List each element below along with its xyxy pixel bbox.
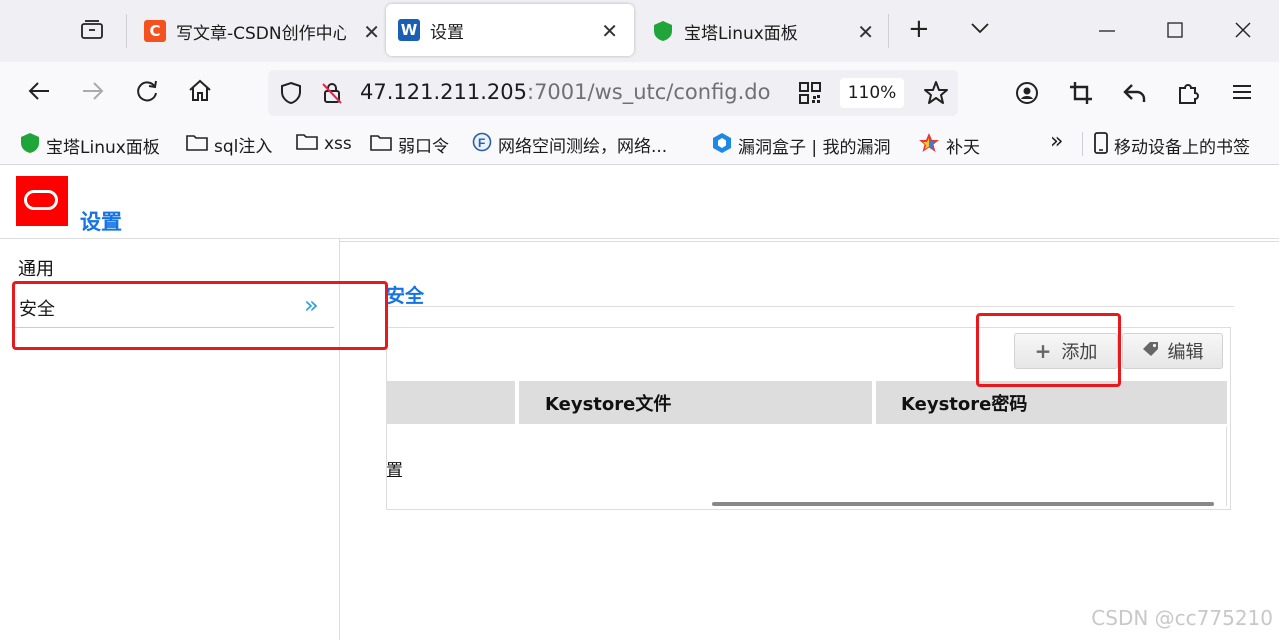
maximize-icon[interactable] xyxy=(1166,20,1184,45)
sidebar-item-general[interactable]: 通用 xyxy=(18,255,54,281)
back-arrow-icon[interactable] xyxy=(26,78,52,110)
close-icon[interactable]: ✕ xyxy=(363,20,380,44)
folder-icon xyxy=(186,133,208,156)
table-header-keystore-file[interactable]: Keystore文件 xyxy=(519,381,872,424)
undo-icon[interactable] xyxy=(1122,80,1148,112)
csdn-favicon-icon: C xyxy=(144,20,166,42)
url-text[interactable]: 47.121.211.205:7001/ws_utc/config.do xyxy=(360,80,771,104)
forward-arrow-icon[interactable] xyxy=(80,78,106,110)
account-icon[interactable] xyxy=(1014,80,1040,112)
reload-icon[interactable] xyxy=(134,78,160,110)
mobile-bookmarks[interactable]: 移动设备上的书签 xyxy=(1094,132,1250,159)
watermark: CSDN @cc775210 xyxy=(1091,606,1273,630)
close-icon[interactable]: ✕ xyxy=(601,19,618,43)
section-title: 安全 xyxy=(386,285,425,307)
minimize-icon[interactable] xyxy=(1098,20,1116,45)
bookmark-label: xss xyxy=(324,133,352,154)
section-divider xyxy=(386,306,1234,307)
bookmark-label: 移动设备上的书签 xyxy=(1114,138,1250,158)
highlight-box-add xyxy=(976,313,1121,387)
tab-title: 写文章-CSDN创作中心 xyxy=(176,23,346,44)
horizontal-scrollbar[interactable] xyxy=(712,502,1214,506)
chevron-down-icon[interactable] xyxy=(970,16,990,41)
bookmark-vulbox[interactable]: 漏洞盒子 | 我的漏洞 xyxy=(712,132,891,159)
edit-button[interactable]: 编辑 xyxy=(1122,333,1223,369)
tab-separator xyxy=(126,14,127,48)
bookmark-label: 网络空间测绘，网络... xyxy=(498,137,668,157)
url-path: :7001/ws_utc/config.do xyxy=(527,80,771,104)
folder-icon xyxy=(296,132,318,155)
qr-code-icon[interactable] xyxy=(798,81,822,109)
highlight-box-security xyxy=(12,281,388,350)
tab-overview-icon[interactable] xyxy=(80,18,104,48)
extensions-icon[interactable] xyxy=(1176,80,1202,112)
url-host: 47.121.211.205 xyxy=(360,80,527,104)
table-row-border xyxy=(1226,427,1227,506)
oracle-logo xyxy=(16,176,68,226)
bookmark-label: 补天 xyxy=(946,138,980,158)
screenshot-crop-icon[interactable] xyxy=(1068,80,1094,112)
page-title: 设置 xyxy=(80,210,122,234)
bookmark-label: 宝塔Linux面板 xyxy=(46,138,160,158)
home-icon[interactable] xyxy=(187,78,213,110)
fofa-icon: F xyxy=(472,132,492,157)
bookmark-folder-weakpass[interactable]: 弱口令 xyxy=(370,132,449,157)
window-close-icon[interactable] xyxy=(1234,20,1252,45)
table-header-name[interactable] xyxy=(386,381,515,424)
bookmarks-overflow-button[interactable]: » xyxy=(1050,129,1063,154)
bookmark-label: 漏洞盒子 | 我的漏洞 xyxy=(738,138,891,158)
tab-settings[interactable]: W 设置 ✕ xyxy=(386,4,634,56)
tab-baota[interactable]: 宝塔Linux面板 ✕ xyxy=(652,0,874,62)
svg-text:F: F xyxy=(478,136,485,150)
bookmark-folder-sql[interactable]: sql注入 xyxy=(186,132,272,157)
mobile-device-icon xyxy=(1094,132,1108,159)
shield-icon[interactable] xyxy=(280,81,302,109)
weblogic-favicon-icon: W xyxy=(398,19,420,41)
url-bar[interactable]: 47.121.211.205:7001/ws_utc/config.do 110… xyxy=(268,70,958,116)
star-icon[interactable] xyxy=(923,80,949,110)
table-header-keystore-password[interactable]: Keystore密码 xyxy=(876,381,1227,424)
bookmarks-bar: 宝塔Linux面板 sql注入 xss 弱口令 F 网络空间测绘，网络... 漏… xyxy=(0,124,1279,165)
new-tab-button[interactable]: + xyxy=(908,14,930,44)
zoom-level[interactable]: 110% xyxy=(840,78,904,108)
table-cell: 置 xyxy=(386,461,403,481)
tab-title: 设置 xyxy=(430,22,464,43)
bookmark-fofa[interactable]: F 网络空间测绘，网络... xyxy=(472,132,667,157)
content-divider xyxy=(340,241,1279,242)
hexagon-icon xyxy=(712,132,732,159)
tag-icon xyxy=(1142,341,1160,362)
bookmark-butian[interactable]: 补天 xyxy=(918,132,980,159)
colorful-star-icon xyxy=(918,132,940,159)
shield-icon xyxy=(20,132,40,159)
folder-icon xyxy=(370,133,392,156)
tab-separator xyxy=(888,14,889,48)
tab-bar: C 写文章-CSDN创作中心 ✕ W 设置 ✕ 宝塔Linux面板 ✕ + xyxy=(0,0,1279,62)
tab-title: 宝塔Linux面板 xyxy=(684,23,798,44)
menu-icon[interactable] xyxy=(1230,80,1254,110)
insecure-lock-icon[interactable] xyxy=(320,81,344,109)
tab-csdn[interactable]: C 写文章-CSDN创作中心 ✕ xyxy=(144,0,380,62)
bookmark-baota[interactable]: 宝塔Linux面板 xyxy=(20,132,160,159)
shield-icon xyxy=(652,20,674,42)
bookmark-folder-xss[interactable]: xss xyxy=(296,132,352,155)
bookmark-label: sql注入 xyxy=(214,137,273,157)
edit-button-label: 编辑 xyxy=(1167,342,1204,363)
bookmark-label: 弱口令 xyxy=(398,137,449,157)
bookmarks-separator xyxy=(1082,132,1083,156)
close-icon[interactable]: ✕ xyxy=(857,20,874,44)
